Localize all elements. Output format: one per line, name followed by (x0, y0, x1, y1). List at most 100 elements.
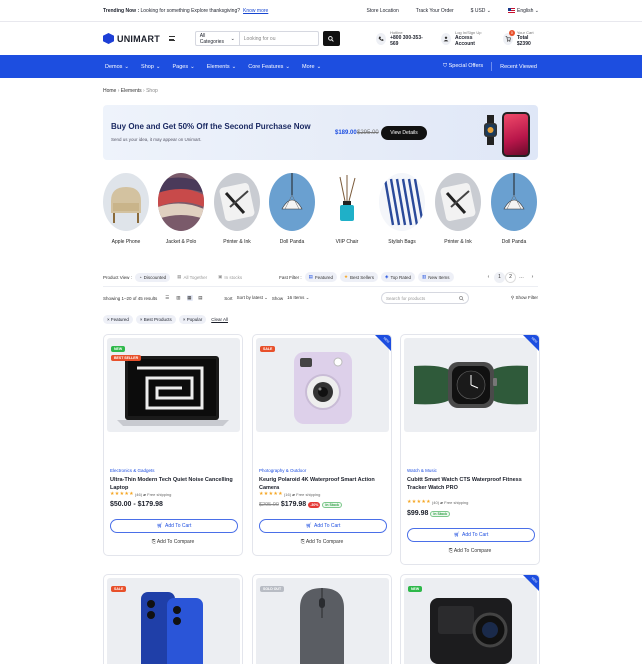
page-2-button[interactable]: 2 (505, 271, 516, 283)
category-doll-panda-2[interactable]: Doll Panda (489, 173, 539, 245)
search-input[interactable]: Looking for ou (240, 32, 318, 45)
laptop-image (117, 356, 229, 426)
product-card[interactable]: SALE NEW Photography & Outdoor Keurig Po… (252, 334, 392, 556)
compare-label: Add To Compare (156, 539, 195, 545)
filter-in-stocks[interactable]: ▣ In stocks (214, 272, 246, 282)
currency-select[interactable]: $ USD ⌄ (471, 8, 491, 14)
track-order-link[interactable]: Track Your Order (416, 8, 454, 14)
active-filter-featured[interactable]: × Featured (103, 314, 133, 324)
list-view-icon[interactable]: ☰ (165, 295, 171, 301)
product-category[interactable]: Photography & Outdoor (259, 468, 306, 473)
grid-2-view-icon[interactable]: ▥ (176, 295, 182, 301)
account-link[interactable]: Log In/Sign Up Access Account (441, 30, 487, 47)
filter-all-together[interactable]: ▦ All Together (173, 272, 211, 282)
button-label: Add To Cart (462, 532, 489, 538)
sort-select[interactable]: Sort by latest ⌄ (237, 295, 268, 301)
category-printer-ink-2[interactable]: Printer & Ink (433, 173, 483, 245)
page-1-button[interactable]: 1 (494, 271, 505, 283)
nav-item-shop[interactable]: Shop ⌄ (141, 64, 160, 70)
product-category[interactable]: Watch & Music (407, 468, 437, 473)
active-filters: × Featured × Best Products × Popular Cle… (103, 314, 228, 324)
box-icon: ▣ (218, 274, 223, 279)
filter-new-items[interactable]: ▥ New Items (418, 272, 454, 282)
product-card[interactable]: SOLD OUT (252, 574, 392, 664)
breadcrumb-elements[interactable]: Elements (121, 88, 142, 94)
nav-item-pages[interactable]: Pages ⌄ (173, 64, 195, 70)
category-printer-ink[interactable]: Printer & Ink (212, 173, 262, 245)
sale-label: SALE (111, 586, 127, 592)
product-category[interactable]: Electronics & Gadgets (110, 468, 155, 473)
chip-label: New Items (428, 274, 450, 280)
know-more-link[interactable]: Know more (243, 8, 268, 14)
logo[interactable]: UNIMART (103, 33, 160, 44)
chip-label: Featured (314, 274, 333, 280)
store-location-link[interactable]: Store Location (367, 8, 399, 14)
smartwatch-image (484, 115, 497, 145)
filter-bar: Product View : ◔ Discounted ▦ All Together… (103, 271, 538, 283)
product-card[interactable]: NEW BEST SELLER Electronics & Gadgets Ul… (103, 334, 243, 556)
filter-top-rated[interactable]: ◈ Top Rated (381, 272, 415, 282)
promo-banner: Buy One and Get 50% Off the Second Purch… (103, 105, 538, 160)
category-stylish-bags[interactable]: Stylish Bags (377, 173, 427, 245)
star-icon: ★ (343, 274, 348, 279)
add-to-compare-link[interactable]: ⎘ Add To Compare (253, 539, 391, 545)
add-to-cart-button[interactable]: 🛒︎ Add To Cart (407, 528, 535, 542)
currency-value: $ USD (470, 7, 486, 14)
category-viip-chair[interactable]: VIIP Chair (322, 173, 372, 245)
chevron-right-icon[interactable]: › (527, 272, 538, 283)
sale-label: SALE (260, 346, 276, 352)
compare-icon: ⎘ (151, 539, 156, 545)
nav-item-demos[interactable]: Demos ⌄ (105, 64, 129, 70)
breadcrumb-shop: Shop (146, 88, 158, 94)
stock-badge: In Stock (322, 501, 342, 508)
grid-4-view-icon[interactable]: ▤ (198, 295, 204, 301)
nav-item-more[interactable]: More ⌄ (302, 64, 321, 70)
cart-link[interactable]: 0 Your Cart Total $2390 (503, 29, 539, 47)
category-doll-panda[interactable]: Doll Panda (267, 173, 317, 245)
nav-item-elements[interactable]: Elements ⌄ (207, 64, 237, 70)
category-select[interactable]: All Categories ⌄ (196, 32, 240, 45)
breadcrumb-home[interactable]: Home (103, 88, 116, 94)
chip-label: Best Sellers (350, 274, 375, 280)
cushion-image (214, 173, 260, 231)
clear-all-link[interactable]: Clear All (211, 317, 228, 322)
menu-icon[interactable] (168, 36, 175, 41)
filter-featured[interactable]: ▤ Featured (304, 272, 337, 282)
chevron-left-icon[interactable]: ‹ (483, 272, 494, 283)
grid-3-view-icon[interactable]: ▦ (187, 295, 194, 301)
chip-label: Top Rated (390, 274, 411, 280)
product-name[interactable]: Keurig Polaroid 4K Waterproof Smart Acti… (259, 476, 387, 492)
add-to-cart-button[interactable]: 🛒︎ Add To Cart (259, 519, 387, 533)
product-name[interactable]: Ultra-Thin Modern Tech Quiet Noise Cance… (110, 476, 238, 492)
product-card[interactable]: NEW NEW (400, 574, 540, 664)
smartphone-image (141, 592, 203, 664)
special-offers-link[interactable]: ⛉ Special Offers (443, 63, 483, 70)
view-details-button[interactable]: View Details (381, 126, 427, 140)
add-to-compare-link[interactable]: ⎘ Add To Compare (104, 539, 242, 545)
filter-discounted[interactable]: ◔ Discounted (134, 272, 171, 282)
filter-best-sellers[interactable]: ★ Best Sellers (339, 272, 379, 282)
product-name[interactable]: Cubitt Smart Watch CTS Waterproof Fitnes… (407, 476, 535, 492)
show-filter-button[interactable]: ⚲ Show Filter (511, 295, 538, 301)
product-card[interactable]: NEW Watch & Music Cubitt Smart Watch CTS… (400, 334, 540, 565)
language-select[interactable]: English ⌄ (508, 8, 539, 14)
category-label: Stylish Bags (388, 239, 416, 245)
hotline[interactable]: Hotline +800 300-353-569 (376, 30, 424, 47)
review-count: (16) (283, 491, 292, 497)
search-button[interactable] (322, 31, 341, 46)
active-filter-popular[interactable]: × Popular (178, 314, 207, 324)
logo-cube-icon (103, 33, 114, 44)
recent-viewed-link[interactable]: Recent Viewed (500, 64, 537, 70)
price-value: $50.00 - $179.98 (110, 501, 163, 508)
active-filter-best-products[interactable]: × Best Products (135, 314, 176, 324)
product-card[interactable]: SALE (103, 574, 243, 664)
show-select[interactable]: 16 Items ⌄ (287, 295, 309, 301)
add-to-compare-link[interactable]: ⎘ Add To Compare (401, 548, 539, 554)
show-label: Show (271, 295, 284, 301)
category-apple-phone[interactable]: Apple Phone (101, 173, 151, 245)
add-to-cart-button[interactable]: 🛒︎ Add To Cart (110, 519, 238, 533)
nav-item-core-features[interactable]: Core Features ⌄ (248, 64, 290, 70)
category-label: VIIP Chair (335, 239, 359, 245)
product-search-input[interactable]: Search for products (381, 292, 469, 304)
category-jacket-polo[interactable]: Jacket & Polo (156, 173, 206, 245)
